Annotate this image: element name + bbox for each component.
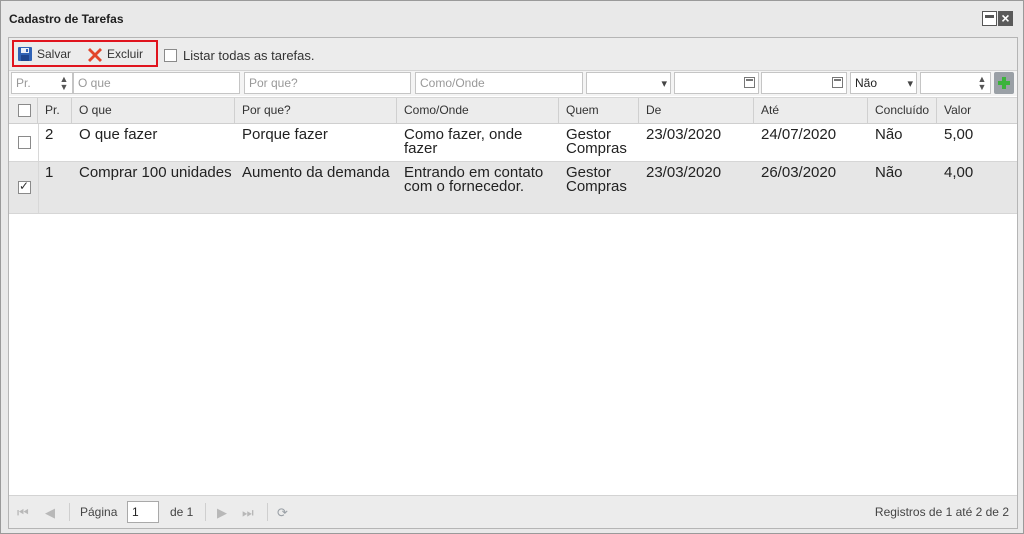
filter-oque-placeholder: O que bbox=[78, 76, 111, 90]
cell-concluido: Não bbox=[875, 126, 903, 143]
filter-valor-input[interactable]: ▲ ▼ bbox=[920, 72, 991, 94]
page-label: Página bbox=[80, 505, 118, 519]
spinner-icon[interactable]: ▲ ▼ bbox=[976, 75, 988, 92]
filter-comoonde-placeholder: Como/Onde bbox=[420, 76, 485, 90]
last-page-icon[interactable]: ⏭ bbox=[242, 505, 254, 521]
table-row[interactable]: 1 Comprar 100 unidades Aumento da demand… bbox=[9, 162, 1017, 214]
close-button[interactable]: × bbox=[998, 11, 1013, 26]
table-row[interactable]: 2 O que fazer Porque fazer Como fazer, o… bbox=[9, 124, 1017, 162]
select-all-checkbox[interactable] bbox=[18, 104, 31, 117]
filter-quem-select[interactable]: ▾ bbox=[586, 72, 671, 94]
spinner-icon[interactable]: ▲ ▼ bbox=[58, 75, 70, 92]
cell-de: 23/03/2020 bbox=[646, 164, 722, 181]
pagination-bar: ⏮ ◀ Página 1 de 1 ▶ ⏭ ⟳ Registros de 1 a… bbox=[9, 495, 1017, 528]
cell-oque: Comprar 100 unidades bbox=[79, 164, 232, 181]
filter-comoonde-input[interactable]: Como/Onde bbox=[415, 72, 583, 94]
header-pr[interactable]: Pr. bbox=[38, 98, 72, 123]
title-bar: Cadastro de Tarefas × bbox=[1, 1, 1023, 35]
filter-ate-date[interactable] bbox=[761, 72, 847, 94]
floppy-disk-icon bbox=[18, 47, 32, 61]
header-valor[interactable]: Valor bbox=[937, 98, 1017, 123]
header-porque[interactable]: Por que? bbox=[235, 98, 397, 123]
header-oque[interactable]: O que bbox=[72, 98, 235, 123]
calendar-icon[interactable] bbox=[744, 77, 755, 88]
cell-quem: Gestor Compras bbox=[566, 164, 627, 195]
list-all-label: Listar todas as tarefas. bbox=[183, 48, 315, 63]
filter-de-date[interactable] bbox=[674, 72, 759, 94]
cell-comoonde: Entrando em contato com o fornecedor. bbox=[404, 164, 544, 195]
cell-valor: 5,00 bbox=[944, 126, 974, 143]
delete-button[interactable]: Excluir bbox=[87, 45, 143, 63]
header-concluido[interactable]: Concluído bbox=[868, 98, 937, 123]
filter-porque-placeholder: Por que? bbox=[249, 76, 298, 90]
pager-divider bbox=[69, 503, 70, 521]
prev-page-icon[interactable]: ◀ bbox=[45, 505, 55, 521]
chevron-down-icon: ▾ bbox=[661, 78, 667, 90]
delete-label: Excluir bbox=[107, 47, 144, 61]
window-title: Cadastro de Tarefas bbox=[9, 12, 124, 26]
toolbar: Salvar Excluir Listar todas as tarefas. bbox=[9, 38, 1017, 71]
cell-pr: 1 bbox=[45, 164, 54, 181]
header-ate[interactable]: Até bbox=[754, 98, 868, 123]
filter-pr-input[interactable]: Pr. ▲ ▼ bbox=[11, 72, 73, 94]
header-select-all[interactable] bbox=[9, 98, 38, 123]
pager-divider bbox=[267, 503, 268, 521]
header-comoonde[interactable]: Como/Onde bbox=[397, 98, 559, 123]
list-all-toggle[interactable]: Listar todas as tarefas. bbox=[164, 48, 315, 63]
cell-quem: Gestor Compras bbox=[566, 126, 627, 157]
task-window: Cadastro de Tarefas × Salvar Excluir Lis… bbox=[0, 0, 1024, 534]
row-checkbox[interactable] bbox=[18, 179, 31, 194]
filter-concluido-value: Não bbox=[855, 76, 878, 90]
header-de[interactable]: De bbox=[639, 98, 754, 123]
cell-ate: 24/07/2020 bbox=[761, 126, 837, 143]
cell-ate: 26/03/2020 bbox=[761, 164, 837, 181]
pager-divider bbox=[205, 503, 206, 521]
cell-de: 23/03/2020 bbox=[646, 126, 722, 143]
chevron-down-icon: ▾ bbox=[907, 78, 913, 90]
first-page-icon[interactable]: ⏮ bbox=[17, 505, 29, 521]
next-page-icon[interactable]: ▶ bbox=[217, 505, 227, 521]
page-count-label: de 1 bbox=[170, 505, 194, 519]
filter-concluido-select[interactable]: Não ▾ bbox=[850, 72, 917, 94]
filter-oque-input[interactable]: O que bbox=[73, 72, 240, 94]
records-info: Registros de 1 até 2 de 2 bbox=[874, 505, 1009, 519]
row-checkbox[interactable] bbox=[18, 136, 31, 149]
cell-porque: Aumento da demanda bbox=[242, 164, 390, 181]
filter-porque-input[interactable]: Por que? bbox=[244, 72, 411, 94]
page-number-input[interactable]: 1 bbox=[127, 501, 159, 523]
green-plus-icon[interactable] bbox=[994, 72, 1014, 94]
header-quem[interactable]: Quem bbox=[559, 98, 639, 123]
list-all-checkbox[interactable] bbox=[164, 49, 177, 62]
refresh-icon[interactable]: ⟳ bbox=[277, 505, 288, 521]
cell-pr: 2 bbox=[45, 126, 54, 143]
save-label: Salvar bbox=[37, 47, 72, 61]
cell-oque: O que fazer bbox=[79, 126, 158, 143]
cell-porque: Porque fazer bbox=[242, 126, 328, 143]
grid-header: Pr. O que Por que? Como/Onde Quem De Até… bbox=[9, 97, 1017, 124]
save-button[interactable]: Salvar bbox=[17, 45, 71, 63]
calendar-icon[interactable] bbox=[832, 77, 843, 88]
cell-valor: 4,00 bbox=[944, 164, 974, 181]
minimize-button[interactable] bbox=[982, 11, 997, 26]
cell-concluido: Não bbox=[875, 164, 903, 181]
cell-comoonde: Como fazer, onde fazer bbox=[404, 126, 523, 157]
filter-pr-placeholder: Pr. bbox=[16, 76, 31, 90]
tasks-panel: Salvar Excluir Listar todas as tarefas. … bbox=[8, 37, 1018, 529]
filter-bar: Pr. ▲ ▼ O que Por que? Como/Onde ▾ Não ▾… bbox=[9, 71, 1017, 96]
red-x-icon bbox=[88, 48, 102, 62]
